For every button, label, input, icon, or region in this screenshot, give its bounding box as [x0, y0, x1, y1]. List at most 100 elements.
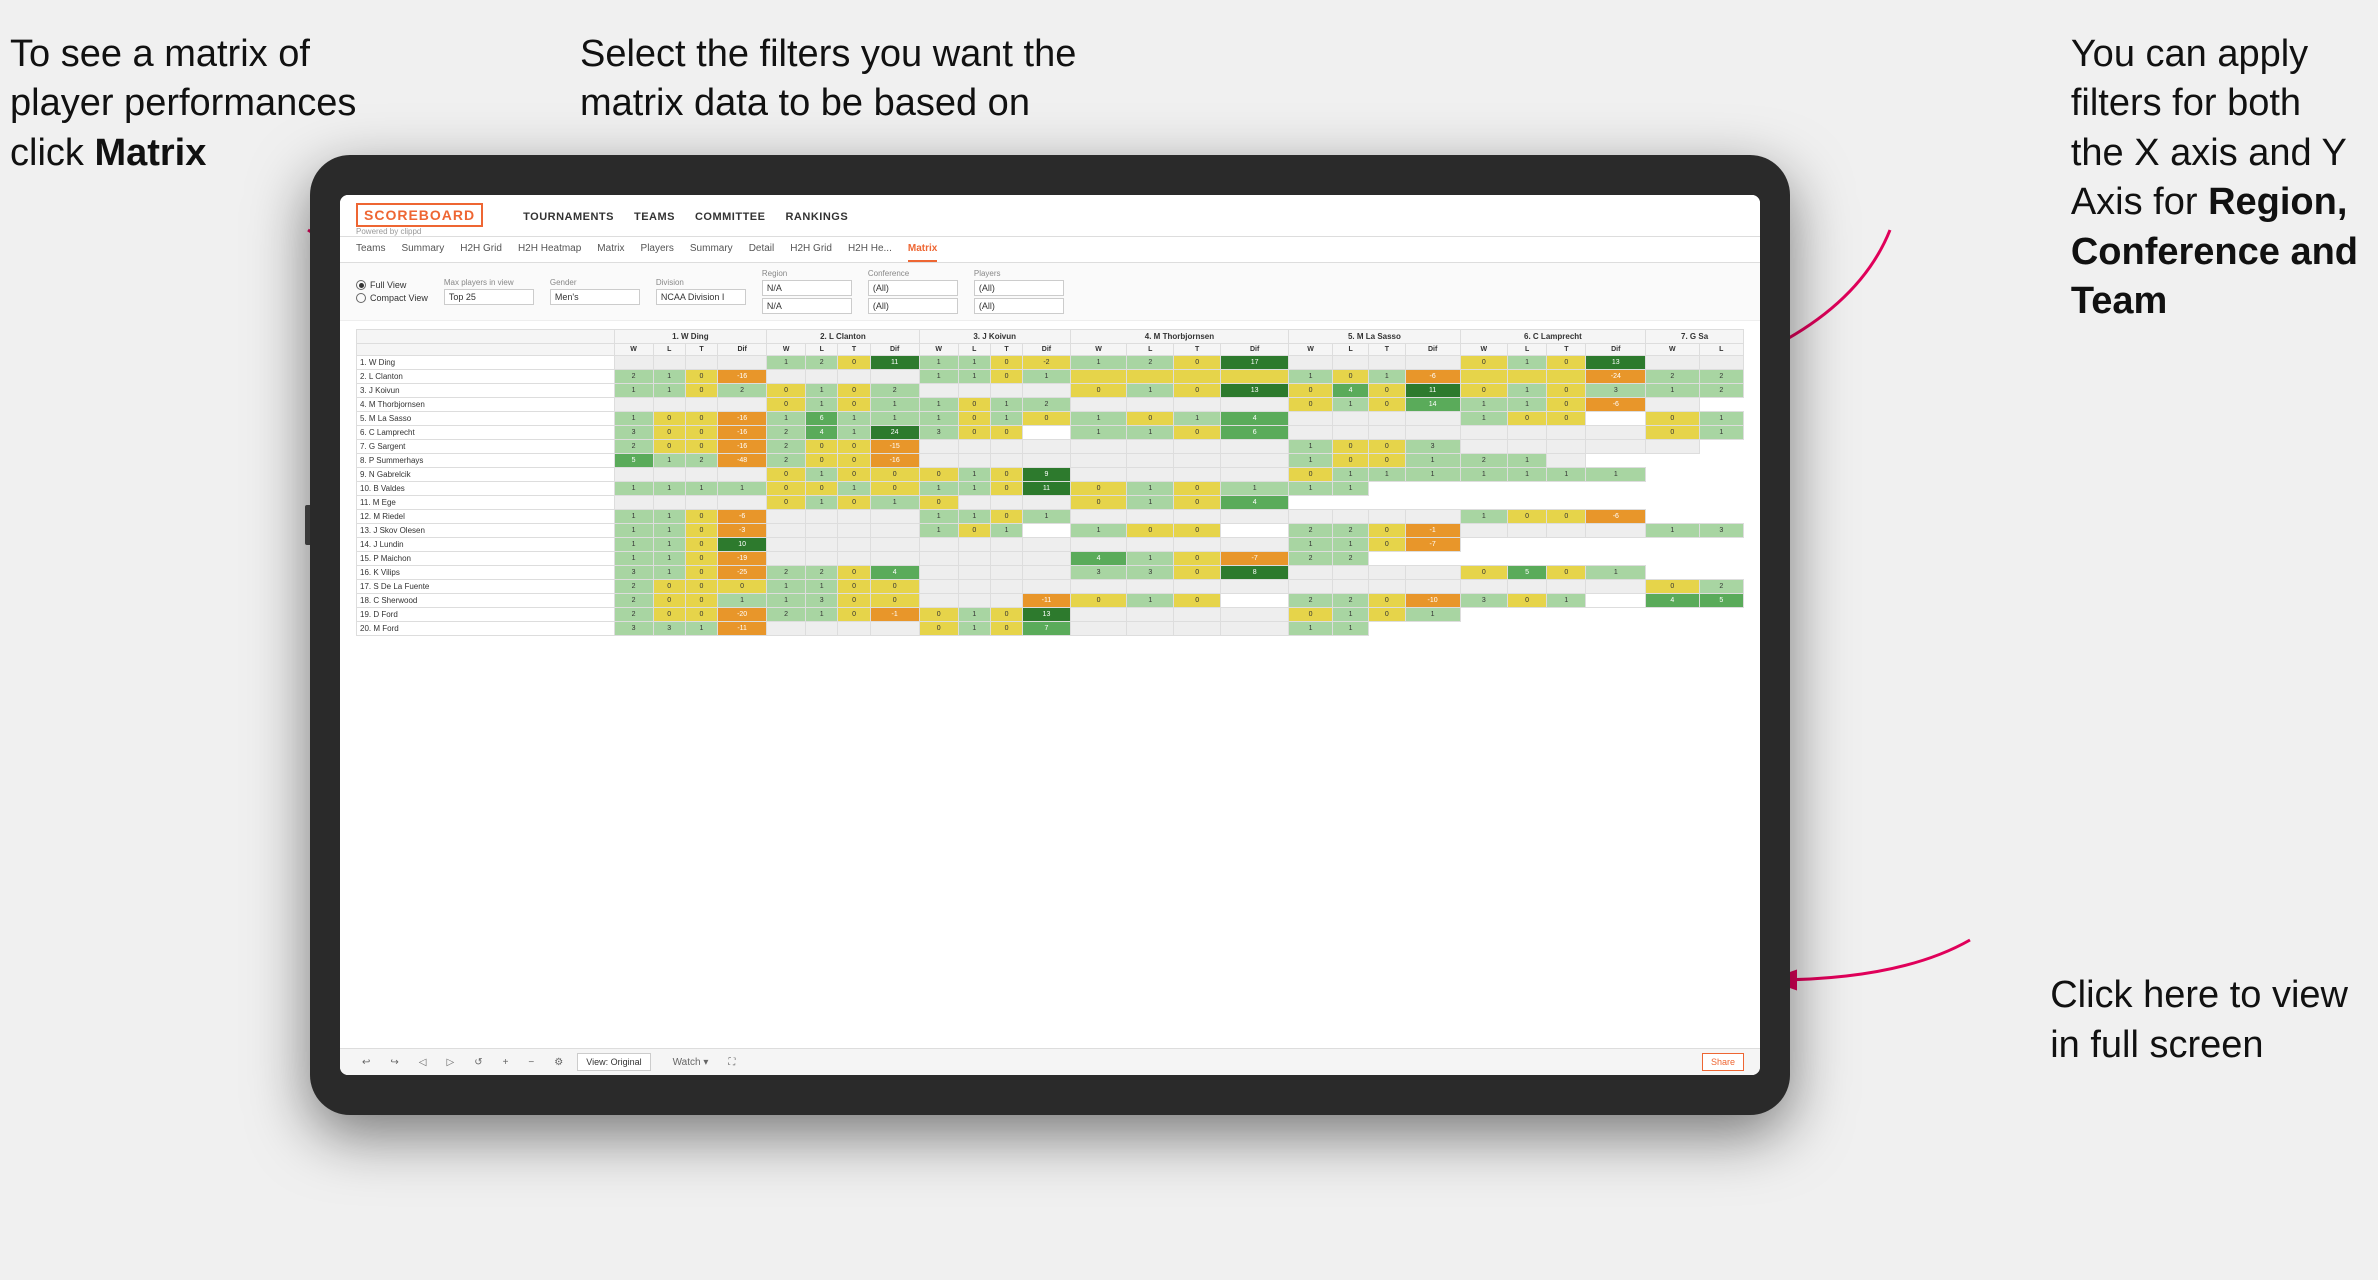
subnav-h2h-grid[interactable]: H2H Grid [460, 237, 502, 262]
matrix-table: 1. W Ding 2. L Clanton 3. J Koivun 4. M … [356, 329, 1744, 636]
matrix-cell: 2 [767, 440, 806, 454]
player-name-cell: 8. P Summerhays [357, 454, 615, 468]
col-header-3: 3. J Koivun [919, 330, 1070, 344]
view-original-btn[interactable]: View: Original [577, 1053, 650, 1071]
matrix-cell: 0 [838, 468, 870, 482]
share-btn[interactable]: Share [1702, 1053, 1744, 1071]
full-view-option[interactable]: Full View [356, 280, 428, 290]
matrix-cell: 1 [653, 384, 685, 398]
matrix-cell: 1 [1023, 370, 1071, 384]
matrix-cell [1023, 496, 1071, 510]
matrix-cell: 1 [990, 524, 1022, 538]
conference-select-2[interactable]: (All) [868, 298, 958, 314]
matrix-cell: 0 [1174, 482, 1221, 496]
subnav-players[interactable]: Players [641, 237, 674, 262]
max-players-select[interactable]: Top 25 [444, 289, 534, 305]
matrix-cell: 1 [1508, 454, 1547, 468]
division-select[interactable]: NCAA Division I [656, 289, 746, 305]
col-header-6: 6. C Lamprecht [1460, 330, 1645, 344]
players-select-2[interactable]: (All) [974, 298, 1064, 314]
nav-committee[interactable]: COMMITTEE [695, 211, 766, 229]
matrix-cell [1023, 440, 1071, 454]
compact-view-radio[interactable] [356, 293, 366, 303]
matrix-cell [958, 552, 990, 566]
player-name-cell: 7. G Sargent [357, 440, 615, 454]
subnav-matrix2[interactable]: Matrix [908, 237, 937, 262]
matrix-cell: 1 [1460, 398, 1507, 412]
matrix-cell [1289, 356, 1333, 370]
subnav-teams[interactable]: Teams [356, 237, 385, 262]
matrix-cell: -11 [1023, 594, 1071, 608]
players-select-1[interactable]: (All) [974, 280, 1064, 296]
matrix-cell [653, 356, 685, 370]
gender-filter: Gender Men's [550, 278, 640, 305]
matrix-cell: 0 [1332, 454, 1368, 468]
nav-rankings[interactable]: RANKINGS [785, 211, 848, 229]
matrix-cell: 1 [919, 482, 958, 496]
matrix-cell: 1 [1332, 398, 1368, 412]
matrix-cell: 0 [1289, 384, 1333, 398]
subnav-detail[interactable]: Detail [749, 237, 775, 262]
forward-btn[interactable]: ▷ [440, 1054, 460, 1071]
redo-btn[interactable]: ↪ [384, 1054, 404, 1071]
matrix-cell: 11 [870, 356, 919, 370]
sub-l-1: L [653, 344, 685, 356]
matrix-cell: 1 [1332, 482, 1368, 496]
matrix-cell: 1 [1586, 468, 1646, 482]
matrix-cell [1127, 468, 1174, 482]
matrix-cell: 1 [1405, 454, 1460, 468]
matrix-cell [1547, 426, 1586, 440]
settings-btn[interactable]: ⚙ [548, 1054, 569, 1071]
matrix-cell: 0 [838, 398, 870, 412]
matrix-cell: 11 [1023, 482, 1071, 496]
region-select-2[interactable]: N/A [762, 298, 852, 314]
full-view-radio[interactable] [356, 280, 366, 290]
gender-select[interactable]: Men's [550, 289, 640, 305]
back-btn[interactable]: ◁ [413, 1054, 433, 1071]
matrix-cell: 1 [806, 468, 838, 482]
subnav-summary2[interactable]: Summary [690, 237, 733, 262]
table-row: 4. M Thorbjornsen0101101201014110-6 [357, 398, 1744, 412]
matrix-cell: 1 [919, 356, 958, 370]
matrix-cell: 0 [1070, 384, 1127, 398]
matrix-cell: 24 [870, 426, 919, 440]
matrix-cell: 0 [806, 482, 838, 496]
nav-tournaments[interactable]: TOURNAMENTS [523, 211, 614, 229]
matrix-cell: 1 [990, 398, 1022, 412]
matrix-cell: -20 [718, 608, 767, 622]
screen-btn[interactable]: ⛶ [722, 1054, 741, 1071]
matrix-cell [1586, 440, 1646, 454]
zoom-in-btn[interactable]: + [497, 1054, 515, 1071]
matrix-cell [1508, 440, 1547, 454]
matrix-cell: 0 [806, 440, 838, 454]
compact-view-option[interactable]: Compact View [356, 293, 428, 303]
matrix-cell: 1 [958, 482, 990, 496]
region-select-1[interactable]: N/A [762, 280, 852, 296]
matrix-cell: 1 [767, 594, 806, 608]
matrix-cell [767, 622, 806, 636]
sub-w-7: W [1646, 344, 1699, 356]
zoom-out-btn[interactable]: − [522, 1054, 540, 1071]
sub-dif-6: Dif [1586, 344, 1646, 356]
matrix-cell: 3 [1699, 524, 1743, 538]
conference-label: Conference [868, 269, 958, 278]
matrix-cell [1127, 608, 1174, 622]
matrix-cell [1332, 580, 1368, 594]
subnav-summary[interactable]: Summary [401, 237, 444, 262]
subnav-h2h-heatmap[interactable]: H2H Heatmap [518, 237, 581, 262]
sub-l-4: L [1127, 344, 1174, 356]
matrix-cell: 0 [990, 482, 1022, 496]
undo-btn[interactable]: ↩ [356, 1054, 376, 1071]
matrix-cell: 1 [1127, 426, 1174, 440]
player-name-cell: 15. P Maichon [357, 552, 615, 566]
nav-teams[interactable]: TEAMS [634, 211, 675, 229]
matrix-cell: 1 [653, 524, 685, 538]
conference-select-1[interactable]: (All) [868, 280, 958, 296]
matrix-cell [1405, 412, 1460, 426]
subnav-matrix[interactable]: Matrix [597, 237, 624, 262]
subnav-h2h-he[interactable]: H2H He... [848, 237, 892, 262]
subnav-h2h-grid2[interactable]: H2H Grid [790, 237, 832, 262]
col-header-7: 7. G Sa [1646, 330, 1744, 344]
watch-btn[interactable]: Watch ▾ [667, 1054, 715, 1071]
refresh-btn[interactable]: ↺ [468, 1054, 488, 1071]
